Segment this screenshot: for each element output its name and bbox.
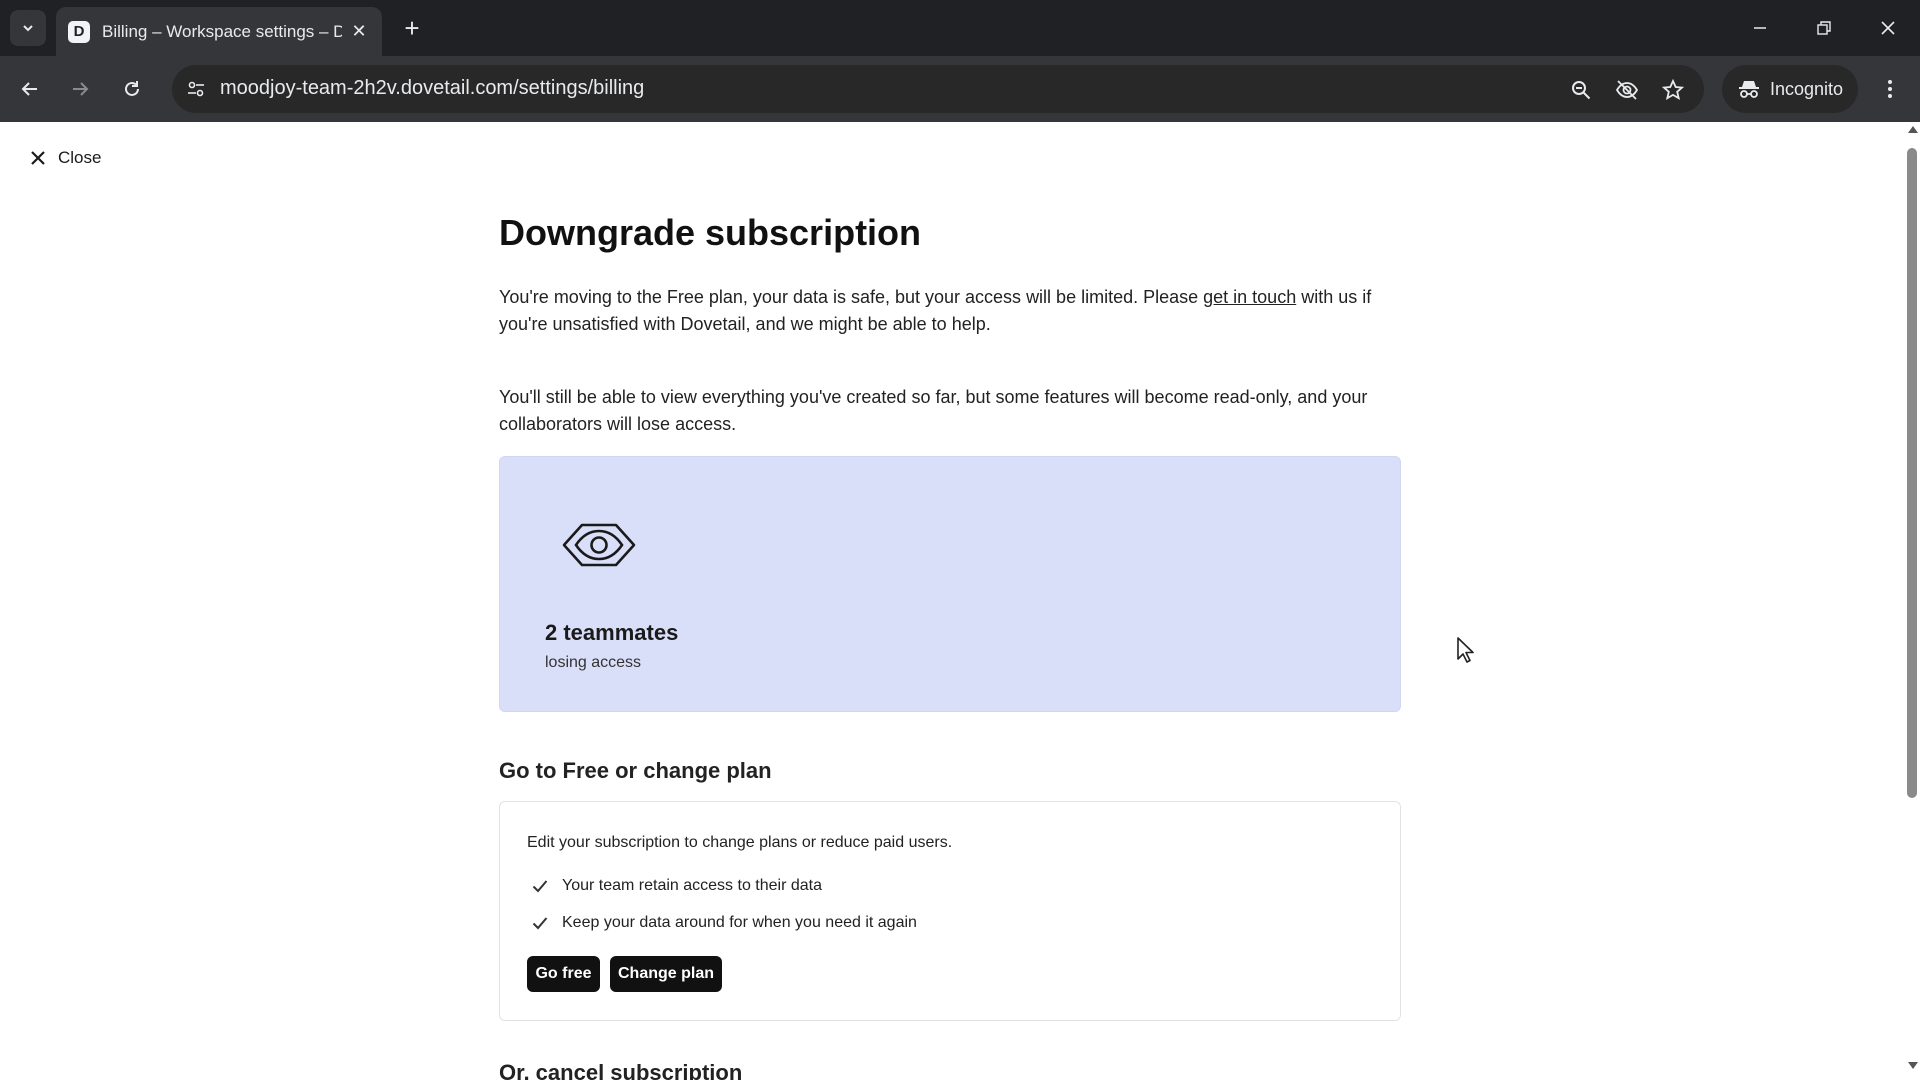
eye-icon [562, 523, 636, 567]
browser-toolbar: moodjoy-team-2h2v.dovetail.com/settings/… [0, 56, 1920, 122]
intro-paragraph: You're moving to the Free plan, your dat… [499, 284, 1401, 338]
readonly-note: You'll still be able to view everything … [499, 387, 1368, 434]
tracking-protection-icon[interactable] [1612, 75, 1642, 105]
teammates-count: 2 teammates [545, 620, 679, 645]
scroll-thumb[interactable] [1907, 148, 1917, 798]
mouse-cursor-icon [1457, 637, 1474, 663]
arrow-left-icon [21, 82, 37, 96]
close-label: Close [58, 148, 102, 167]
url-text[interactable]: moodjoy-team-2h2v.dovetail.com/settings/… [220, 77, 644, 100]
benefit-text: Your team retain access to their data [562, 877, 822, 894]
reload-icon [125, 81, 139, 96]
benefit-item: Keep your data around for when you need … [532, 914, 917, 932]
restore-button[interactable] [1804, 10, 1844, 46]
scroll-down-arrow-icon[interactable] [1908, 1062, 1918, 1069]
change-plan-card: Edit your subscription to change plans o… [499, 801, 1401, 1021]
change-plan-heading: Go to Free or change plan [499, 758, 772, 783]
site-info-button[interactable] [180, 73, 212, 105]
intro-text: You're moving to the Free plan, your dat… [499, 287, 1204, 307]
window-close-button[interactable] [1868, 10, 1908, 46]
browser-tab-bar: D Billing – Workspace settings – D ✕ + [0, 0, 1920, 56]
incognito-label: Incognito [1770, 78, 1844, 99]
incognito-icon [1739, 81, 1759, 98]
scroll-up-arrow-icon[interactable] [1908, 126, 1918, 133]
arrow-right-icon [73, 82, 89, 96]
browser-menu-button[interactable] [1872, 71, 1908, 107]
tab-close-icon[interactable]: ✕ [348, 21, 370, 43]
restore-icon [1817, 21, 1831, 35]
check-icon [532, 917, 548, 930]
change-plan-button[interactable]: Change plan [610, 956, 722, 992]
close-button[interactable]: Close [30, 148, 101, 168]
go-free-button[interactable]: Go free [527, 956, 600, 992]
plan-description: Edit your subscription to change plans o… [527, 834, 953, 851]
incognito-badge[interactable]: Incognito [1722, 65, 1858, 113]
active-tab[interactable]: D Billing – Workspace settings – D ✕ [56, 7, 382, 56]
check-icon [532, 880, 548, 893]
tab-search-button[interactable] [10, 10, 46, 46]
page-content: Close Downgrade subscription You're movi… [0, 122, 1920, 1080]
benefit-item: Your team retain access to their data [532, 877, 822, 895]
zoom-icon[interactable] [1566, 75, 1596, 105]
page-title: Downgrade subscription [499, 212, 922, 253]
minimize-button[interactable] [1740, 10, 1780, 46]
bookmark-star-icon[interactable] [1658, 75, 1688, 105]
get-in-touch-link[interactable]: get in touch [1203, 287, 1296, 307]
reload-button[interactable] [114, 71, 150, 107]
teammates-subtitle: losing access [545, 654, 642, 671]
impact-card: 2 teammates losing access [499, 456, 1401, 712]
tab-title: Billing – Workspace settings – D [102, 21, 342, 41]
new-tab-button[interactable]: + [396, 12, 428, 44]
chevron-down-icon [23, 25, 33, 32]
close-icon [31, 151, 45, 165]
dovetail-favicon: D [68, 20, 90, 43]
address-bar[interactable]: moodjoy-team-2h2v.dovetail.com/settings/… [172, 65, 1704, 113]
cancel-subscription-heading: Or, cancel subscription [499, 1060, 743, 1080]
minimize-icon [1754, 27, 1766, 29]
tune-icon [188, 81, 204, 97]
close-icon [1881, 21, 1895, 35]
page-scrollbar[interactable] [1904, 122, 1920, 1080]
back-button[interactable] [12, 71, 48, 107]
benefit-text: Keep your data around for when you need … [562, 914, 917, 931]
more-vertical-icon [1888, 80, 1892, 98]
forward-button[interactable] [62, 71, 98, 107]
